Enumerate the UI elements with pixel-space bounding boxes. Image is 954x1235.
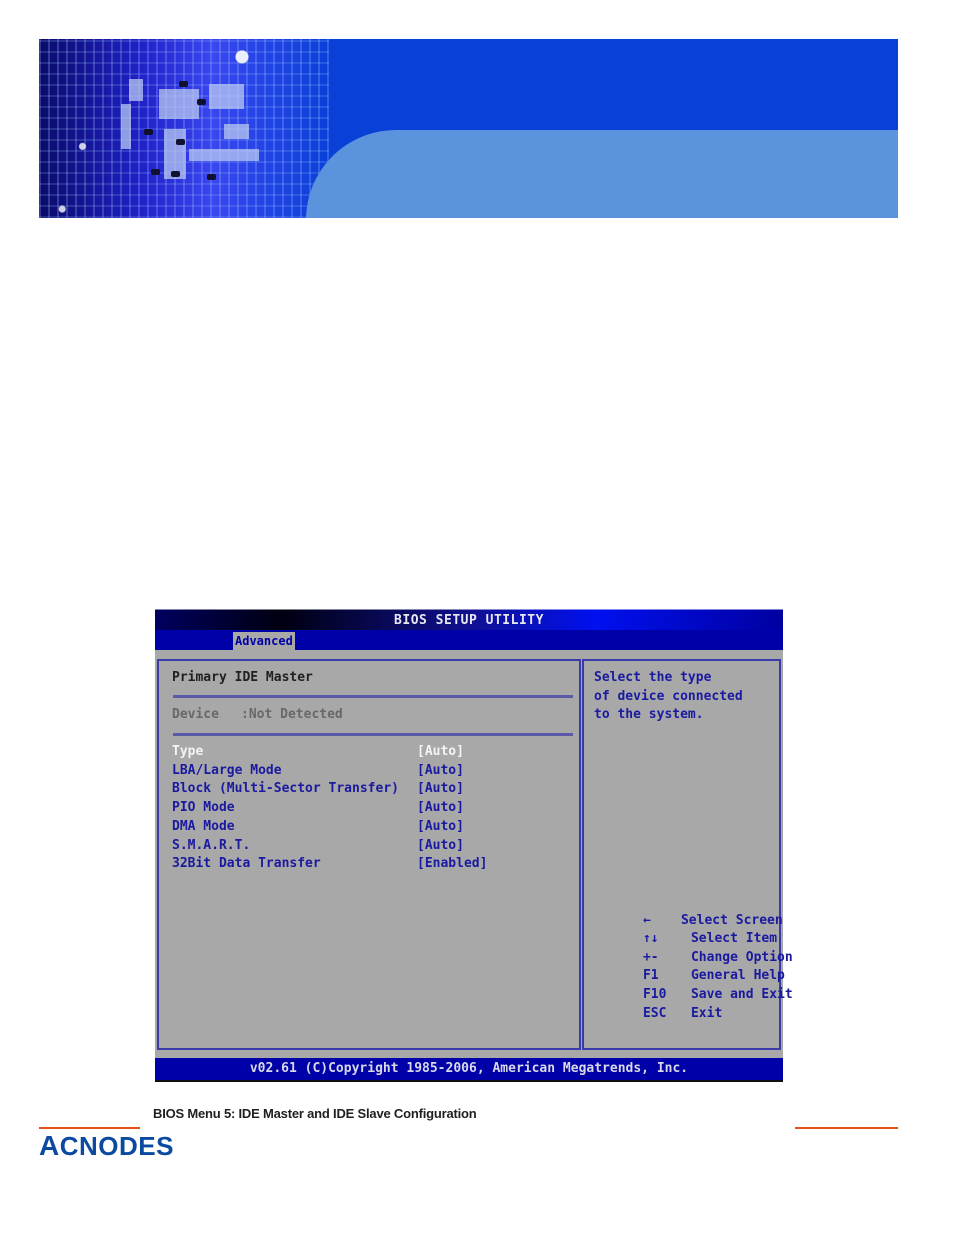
header-banner bbox=[39, 39, 898, 218]
footer-rule-left bbox=[39, 1127, 140, 1129]
key-hint-exit: ESC Exit bbox=[596, 986, 722, 1042]
setting-label: PIO Mode bbox=[172, 800, 235, 816]
setting-label: DMA Mode bbox=[172, 818, 235, 834]
setting-value[interactable]: [Auto] bbox=[417, 799, 464, 817]
help-line: Select the type bbox=[594, 670, 712, 685]
key-action: Exit bbox=[690, 1005, 723, 1021]
bios-screenshot: BIOS SETUP UTILITY Advanced Primary IDE … bbox=[155, 609, 793, 1082]
divider bbox=[173, 733, 573, 736]
logo-initial: A bbox=[39, 1130, 60, 1161]
figure-caption: BIOS Menu 5: IDE Master and IDE Slave Co… bbox=[153, 1106, 477, 1121]
circuit-board-image bbox=[39, 39, 329, 218]
acnodes-logo: ACNODES bbox=[39, 1130, 174, 1162]
setting-label: 32Bit Data Transfer bbox=[172, 856, 321, 872]
setting-value[interactable]: [Auto] bbox=[417, 837, 464, 855]
footer-shadow bbox=[155, 1080, 783, 1082]
device-label: Device bbox=[172, 707, 219, 722]
tab-advanced[interactable]: Advanced bbox=[233, 632, 295, 650]
footer-rule-right bbox=[795, 1127, 898, 1129]
setting-value[interactable]: [Auto] bbox=[417, 780, 464, 798]
bios-menubar: Advanced bbox=[155, 630, 783, 650]
setting-label: LBA/Large Mode bbox=[172, 762, 282, 778]
bios-copyright-footer: v02.61 (C)Copyright 1985-2006, American … bbox=[155, 1058, 783, 1080]
bios-title: BIOS SETUP UTILITY bbox=[155, 609, 783, 631]
logo-text: CNODES bbox=[59, 1131, 174, 1161]
setting-value[interactable]: [Auto] bbox=[417, 762, 464, 780]
help-panel: Select the type of device connected to t… bbox=[582, 659, 793, 1050]
section-title: Primary IDE Master bbox=[172, 670, 313, 685]
setting-label: Block (Multi-Sector Transfer) bbox=[172, 781, 399, 797]
setting-value[interactable]: [Auto] bbox=[417, 743, 464, 761]
banner-curve-shape bbox=[306, 130, 898, 218]
device-value: :Not Detected bbox=[241, 707, 343, 722]
setting-label: Type bbox=[172, 744, 204, 759]
esc-key: ESC bbox=[642, 1005, 667, 1021]
settings-panel: Primary IDE Master Device :Not Detected … bbox=[157, 659, 581, 1050]
divider bbox=[173, 695, 573, 698]
setting-value[interactable]: [Auto] bbox=[417, 818, 464, 836]
setting-label: S.M.A.R.T. bbox=[172, 837, 251, 853]
help-line: to the system. bbox=[594, 707, 704, 723]
help-line: of device connected bbox=[594, 688, 743, 704]
setting-value[interactable]: [Enabled] bbox=[417, 855, 487, 873]
